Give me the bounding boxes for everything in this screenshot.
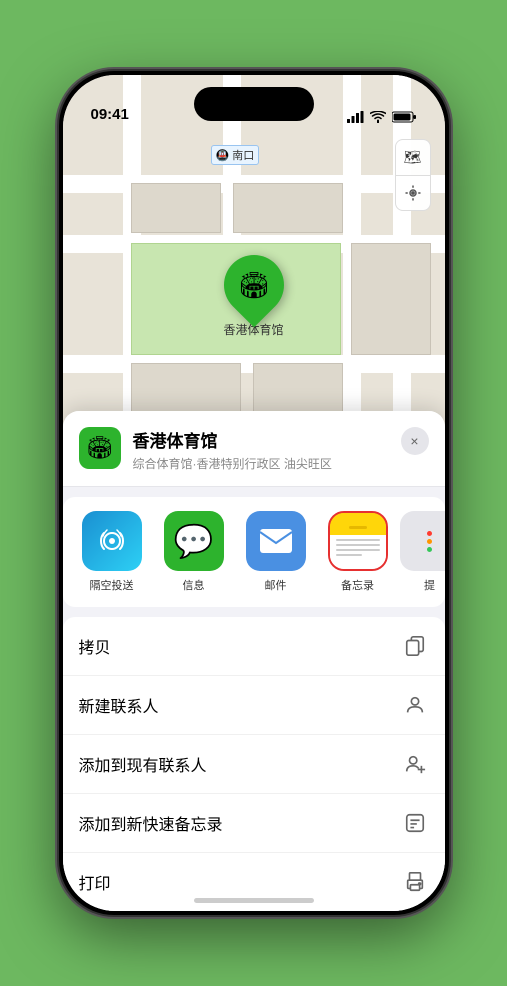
map-label: 🚇 南口 (211, 145, 260, 165)
pin-bubble: 🏟 (211, 243, 296, 328)
close-icon: × (410, 433, 418, 449)
person-icon (401, 691, 429, 719)
dot3 (427, 547, 432, 552)
bottom-sheet: 🏟 香港体育馆 综合体育馆·香港特别行政区 油尖旺区 × (63, 411, 445, 911)
map-label-text: 🚇 南口 (216, 150, 255, 162)
place-header: 🏟 香港体育馆 综合体育馆·香港特别行政区 油尖旺区 × (63, 411, 445, 487)
more-icon (400, 511, 445, 571)
action-new-contact-label: 新建联系人 (79, 693, 159, 717)
action-copy[interactable]: 拷贝 (63, 617, 445, 676)
place-icon: 🏟 (79, 427, 121, 469)
home-indicator (194, 898, 314, 903)
notes-line (336, 544, 380, 546)
copy-svg (404, 635, 426, 657)
notes-body (330, 535, 386, 569)
messages-label: 信息 (183, 577, 205, 593)
map-block (131, 183, 221, 233)
notes-header-line (349, 526, 367, 529)
map-type-button[interactable]: 🗺 (395, 139, 431, 175)
person-svg (404, 694, 426, 716)
more-dots (427, 531, 432, 552)
wifi-icon (370, 111, 386, 123)
action-copy-label: 拷贝 (79, 634, 111, 658)
map-pin: 🏟 香港体育馆 (223, 255, 283, 338)
mail-icon (246, 511, 306, 571)
airdrop-label: 隔空投送 (90, 577, 134, 593)
mail-svg (259, 528, 293, 554)
messages-icon: 💬 (164, 511, 224, 571)
person-add-icon (401, 750, 429, 778)
place-description: 综合体育馆·香港特别行政区 油尖旺区 (133, 455, 389, 472)
action-quick-note[interactable]: 添加到新快速备忘录 (63, 794, 445, 853)
map-block (351, 243, 431, 355)
print-icon (401, 868, 429, 896)
share-row: 隔空投送 💬 信息 邮 (63, 497, 445, 607)
place-info: 香港体育馆 综合体育馆·香港特别行政区 油尖旺区 (133, 427, 389, 472)
place-name: 香港体育馆 (133, 427, 389, 452)
action-new-contact[interactable]: 新建联系人 (63, 676, 445, 735)
more-label: 提 (424, 577, 435, 593)
map-controls: 🗺 (395, 139, 431, 211)
action-quick-note-label: 添加到新快速备忘录 (79, 811, 223, 835)
share-item-mail[interactable]: 邮件 (241, 511, 311, 593)
pin-icon: 🏟 (237, 270, 270, 301)
print-svg (404, 871, 426, 893)
person-add-svg (404, 753, 426, 775)
airdrop-svg (96, 525, 128, 557)
location-button[interactable] (395, 175, 431, 211)
status-icons (347, 111, 417, 123)
dot2 (427, 539, 432, 544)
action-print-label: 打印 (79, 870, 111, 894)
notes-line (336, 554, 362, 556)
note-icon (401, 809, 429, 837)
close-button[interactable]: × (401, 427, 429, 455)
action-list: 拷贝 新建联系人 (63, 617, 445, 911)
notes-line (336, 549, 380, 551)
share-item-more[interactable]: 提 (405, 511, 445, 593)
mail-label: 邮件 (265, 577, 287, 593)
signal-icon (347, 111, 364, 123)
notes-icon (328, 511, 388, 571)
map-type-icon: 🗺 (404, 149, 422, 166)
notes-header (330, 513, 386, 535)
airdrop-icon (82, 511, 142, 571)
action-add-contact[interactable]: 添加到现有联系人 (63, 735, 445, 794)
note-svg (404, 812, 426, 834)
share-item-airdrop[interactable]: 隔空投送 (77, 511, 147, 593)
share-item-messages[interactable]: 💬 信息 (159, 511, 229, 593)
location-icon (404, 184, 422, 202)
copy-icon (401, 632, 429, 660)
share-item-notes[interactable]: 备忘录 (323, 511, 393, 593)
battery-icon (392, 111, 417, 123)
notes-line (336, 539, 380, 541)
dynamic-island (194, 87, 314, 121)
notes-label: 备忘录 (341, 577, 374, 593)
dot1 (427, 531, 432, 536)
action-add-contact-label: 添加到现有联系人 (79, 752, 207, 776)
map-block (233, 183, 343, 233)
status-time: 09:41 (91, 106, 129, 123)
